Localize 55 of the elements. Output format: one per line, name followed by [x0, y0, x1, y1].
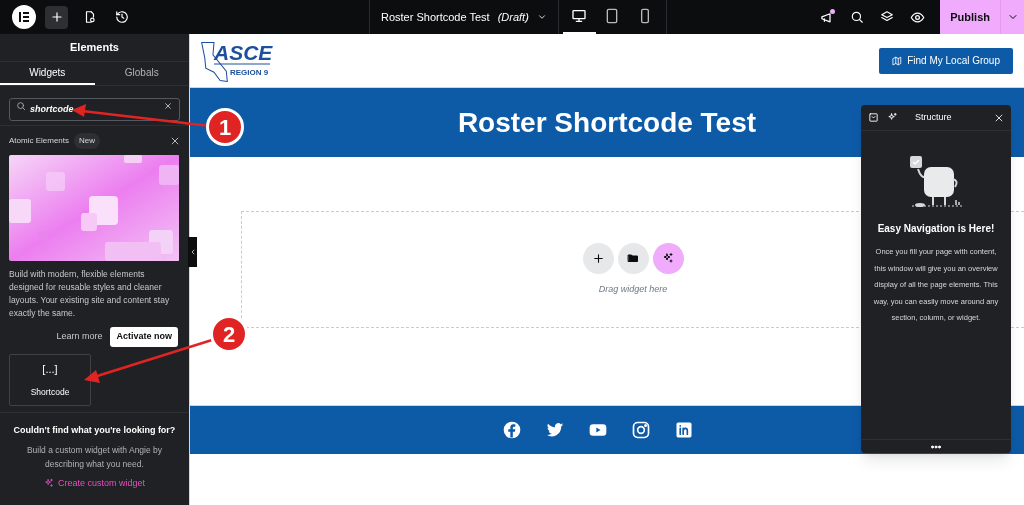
sparkle-button[interactable]	[652, 242, 684, 274]
sparkle-icon	[662, 252, 674, 265]
clear-icon	[164, 102, 172, 110]
eye-icon	[909, 9, 925, 25]
drag-hint: Drag widget here	[598, 282, 668, 296]
sparkle-icon	[43, 478, 54, 489]
facebook-icon	[502, 420, 522, 440]
folder-button[interactable]	[617, 242, 649, 274]
add-icon	[49, 10, 64, 24]
folder-icon	[627, 252, 639, 265]
dock-icon	[867, 112, 879, 123]
logo-region: REGION 9	[230, 66, 269, 79]
learn-more-link[interactable]: Learn more	[56, 330, 103, 344]
search-icon	[16, 101, 26, 111]
add-button[interactable]	[45, 5, 68, 29]
create-custom-widget-link[interactable]: Create custom widget	[43, 476, 145, 490]
linkedin-link[interactable]	[674, 420, 694, 440]
structure-title: Structure	[915, 110, 952, 124]
history-icon	[115, 10, 129, 24]
more-button[interactable]	[929, 442, 943, 451]
close-icon	[994, 112, 1004, 123]
find-local-group-button[interactable]: Find My Local Group	[879, 47, 1013, 74]
logo-tagline-line	[214, 62, 270, 65]
instagram-link[interactable]	[631, 420, 651, 440]
layers-icon	[880, 10, 895, 24]
chevron-down-icon	[536, 12, 547, 22]
page-title-dropdown[interactable]: Roster Shortcode Test (Draft)	[370, 0, 558, 34]
promo-title: Atomic Elements	[9, 135, 70, 147]
activate-now-button[interactable]: Activate now	[110, 327, 178, 347]
desktop-icon	[571, 8, 588, 24]
panel-tab[interactable]: Globals	[94, 62, 189, 85]
logo-icon	[18, 11, 30, 23]
sparkle-icon	[886, 112, 898, 123]
panel-tab[interactable]: Widgets	[0, 62, 95, 85]
page-settings-icon	[83, 10, 97, 24]
close-button[interactable]	[170, 136, 180, 146]
publish-button[interactable]: Publish	[940, 0, 1000, 34]
structure-heading: Easy Navigation is Here!	[876, 222, 996, 236]
linkedin-icon	[674, 420, 694, 440]
add-icon	[591, 251, 605, 265]
map-icon	[892, 55, 903, 66]
elementor-logo-button[interactable]	[12, 5, 36, 29]
new-badge: New	[74, 133, 101, 149]
instagram-icon	[631, 420, 651, 440]
search-icon	[850, 10, 865, 24]
promo-description: Build with modern, flexible elements designed for reusable styles and cleaner layouts. Your existing site and content stay exactly the same.	[8, 268, 171, 320]
logo-name: ASCE	[214, 42, 273, 63]
search-field[interactable]: shortcode	[9, 97, 180, 121]
page-heading: Roster Shortcode Test	[457, 105, 757, 140]
dock-button[interactable]	[867, 111, 879, 124]
help-text: Build a custom widget with Angie by describing what you need.	[25, 443, 164, 471]
facebook-link[interactable]	[502, 420, 522, 440]
help-title: Couldn't find what you're looking for?	[12, 424, 177, 437]
shortcode-widget[interactable]: [...] Shortcode	[9, 354, 91, 406]
close-icon	[170, 136, 180, 146]
